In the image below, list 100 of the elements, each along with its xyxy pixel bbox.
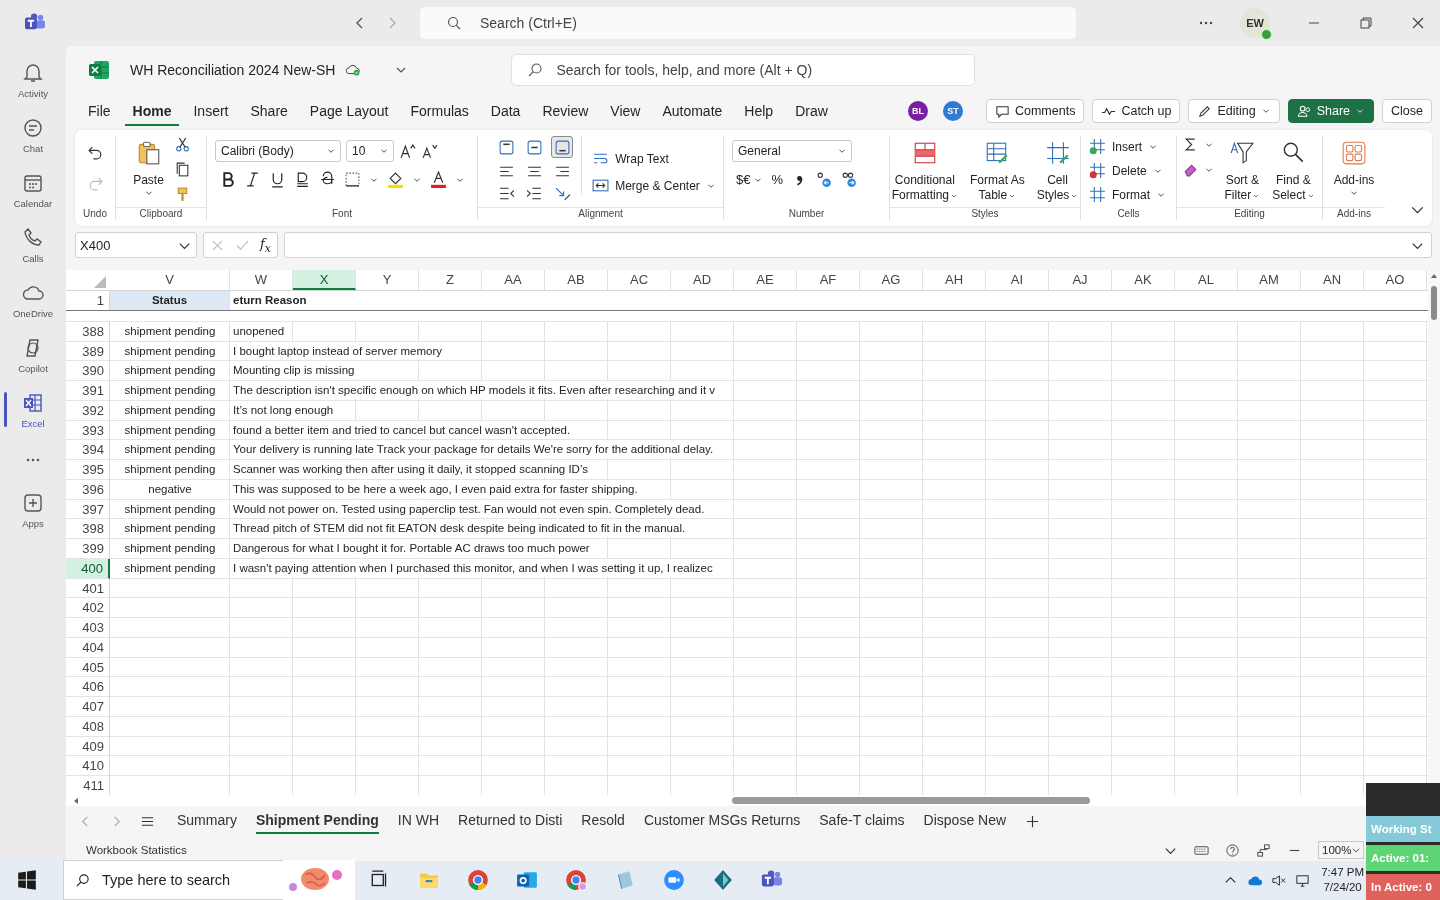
column-header[interactable]: AI xyxy=(986,270,1049,290)
sheet-tab[interactable]: Summary xyxy=(177,808,237,834)
menu-tab[interactable]: Formulas xyxy=(402,96,477,126)
format-cells-button[interactable]: Format xyxy=(1089,186,1168,203)
menu-tab[interactable]: Insert xyxy=(185,96,237,126)
insert-function-button[interactable]: f$_{x}$ xyxy=(260,235,271,255)
increase-decimal-icon[interactable] xyxy=(816,171,834,188)
add-ins-button[interactable]: Add-ins xyxy=(1331,136,1377,198)
video-call-icon[interactable] xyxy=(663,869,685,891)
rail-item[interactable]: Calls xyxy=(0,217,66,272)
row-number[interactable]: 400 xyxy=(66,558,110,579)
muted-speaker-icon[interactable] xyxy=(1271,872,1287,888)
user-avatar[interactable]: EW xyxy=(1240,8,1270,38)
column-header[interactable]: AG xyxy=(860,270,923,290)
collaborator-avatar[interactable]: ST xyxy=(942,101,963,121)
add-sheet-icon[interactable] xyxy=(1025,813,1041,829)
column-header[interactable]: AM xyxy=(1238,270,1301,290)
row-number[interactable]: 395 xyxy=(66,460,110,480)
row-number[interactable]: 389 xyxy=(66,341,110,362)
menu-tab[interactable]: Review xyxy=(534,96,597,126)
sheet-tab[interactable]: Safe-T claims xyxy=(819,808,905,834)
delete-cells-button[interactable]: Delete xyxy=(1089,162,1168,179)
column-header[interactable]: AD xyxy=(671,270,734,290)
percent-button[interactable]: % xyxy=(771,172,784,187)
rail-item[interactable]: OneDrive xyxy=(0,272,66,327)
catch-up-button[interactable]: Catch up xyxy=(1092,99,1181,123)
font-color-icon[interactable] xyxy=(430,171,447,188)
restore-icon[interactable] xyxy=(1358,15,1374,31)
column-header[interactable]: V xyxy=(110,270,230,290)
sheet-tab[interactable]: Shipment Pending xyxy=(255,808,379,834)
clock-date[interactable]: 7/24/20 xyxy=(1323,880,1362,895)
taskbar-search-field[interactable]: Type here to search xyxy=(63,860,283,900)
vertical-align-icon[interactable] xyxy=(551,136,574,158)
editing-button[interactable]: Editing xyxy=(1188,99,1280,123)
underline-icon[interactable] xyxy=(269,171,286,188)
column-header[interactable]: AL xyxy=(1175,270,1238,290)
decrease-indent-icon[interactable] xyxy=(497,185,515,202)
eraser-icon[interactable] xyxy=(1182,161,1200,178)
row-number[interactable]: 403 xyxy=(66,618,110,638)
shrink-font-icon[interactable] xyxy=(421,142,438,160)
menu-tab[interactable]: File xyxy=(80,96,119,126)
increase-indent-icon[interactable] xyxy=(525,185,543,202)
sheet-tab[interactable]: Returned to Disti xyxy=(458,808,563,834)
row-number[interactable]: 399 xyxy=(66,539,110,559)
font-family-dropdown[interactable]: Calibri (Body) xyxy=(215,140,341,162)
find-select-button[interactable]: Find & Select xyxy=(1270,136,1317,203)
orientation-icon[interactable] xyxy=(553,185,571,202)
column-header[interactable]: X xyxy=(293,270,356,290)
column-header[interactable]: AK xyxy=(1112,270,1175,290)
column-header[interactable]: Y xyxy=(356,270,419,290)
font-size-dropdown[interactable]: 10 xyxy=(346,140,394,162)
row-number[interactable]: 391 xyxy=(66,381,110,401)
decrease-decimal-icon[interactable] xyxy=(841,171,859,188)
browser-icon[interactable] xyxy=(467,869,489,891)
sheet-tab[interactable]: Resold xyxy=(581,808,625,834)
scrollbar-thumb[interactable] xyxy=(732,797,1090,804)
format-as-table-button[interactable]: Format As Table xyxy=(968,136,1027,203)
rail-item[interactable]: Activity xyxy=(0,52,66,107)
row-number[interactable]: 404 xyxy=(66,637,110,658)
wrap-text-button[interactable]: Wrap Text xyxy=(592,150,716,167)
network-icon[interactable] xyxy=(1256,842,1271,858)
column-header[interactable]: AE xyxy=(734,270,797,290)
cloud-saved-icon[interactable] xyxy=(345,62,362,78)
mail-app-icon[interactable] xyxy=(516,869,538,891)
row-number[interactable]: 396 xyxy=(66,479,110,500)
grow-font-icon[interactable] xyxy=(399,142,416,160)
number-format-dropdown[interactable]: General xyxy=(732,140,852,162)
undo-icon[interactable] xyxy=(86,144,104,161)
conditional-formatting-button[interactable]: Conditional Formatting xyxy=(889,136,960,203)
menu-tab[interactable]: Page Layout xyxy=(301,96,397,126)
zoom-dropdown[interactable]: 100% xyxy=(1318,841,1364,859)
column-header[interactable]: AA xyxy=(482,270,545,290)
search-field[interactable]: Search (Ctrl+E) xyxy=(420,7,1076,39)
scrollbar-thumb[interactable] xyxy=(1431,286,1437,320)
sheet-tab[interactable]: IN WH xyxy=(397,808,439,834)
rail-item[interactable]: Excel xyxy=(0,382,66,437)
sheet-tab[interactable]: Customer MSGs Returns xyxy=(643,808,801,834)
row-number[interactable]: 407 xyxy=(66,697,110,717)
column-header[interactable]: AB xyxy=(545,270,608,290)
row-number[interactable]: 408 xyxy=(66,716,110,737)
monitor-icon[interactable] xyxy=(1295,872,1311,888)
row-number[interactable]: 392 xyxy=(66,400,110,421)
rail-item[interactable]: Copilot xyxy=(0,327,66,382)
row-number[interactable]: 390 xyxy=(66,361,110,381)
row-number[interactable]: 401 xyxy=(66,578,110,599)
status-text[interactable]: Workbook Statistics xyxy=(86,844,187,856)
insert-cells-button[interactable]: Insert xyxy=(1089,138,1168,155)
menu-tab[interactable]: Draw xyxy=(787,96,836,126)
cell-styles-button[interactable]: Cell Styles xyxy=(1034,136,1081,203)
sort-filter-button[interactable]: Sort & Filter xyxy=(1222,136,1263,203)
column-header[interactable]: AN xyxy=(1301,270,1364,290)
rail-item[interactable]: Calendar xyxy=(0,162,66,217)
row-number[interactable]: 393 xyxy=(66,420,110,441)
search-field[interactable]: Search for tools, help, and more (Alt + Q) xyxy=(511,54,976,86)
share-button[interactable]: Share xyxy=(1287,99,1375,123)
clock-time[interactable]: 7:47 PM xyxy=(1321,865,1364,880)
row-number[interactable]: 405 xyxy=(66,657,110,678)
row-number[interactable]: 388 xyxy=(66,321,110,342)
column-header[interactable]: AJ xyxy=(1049,270,1112,290)
scroll-left-icon[interactable] xyxy=(72,796,80,805)
